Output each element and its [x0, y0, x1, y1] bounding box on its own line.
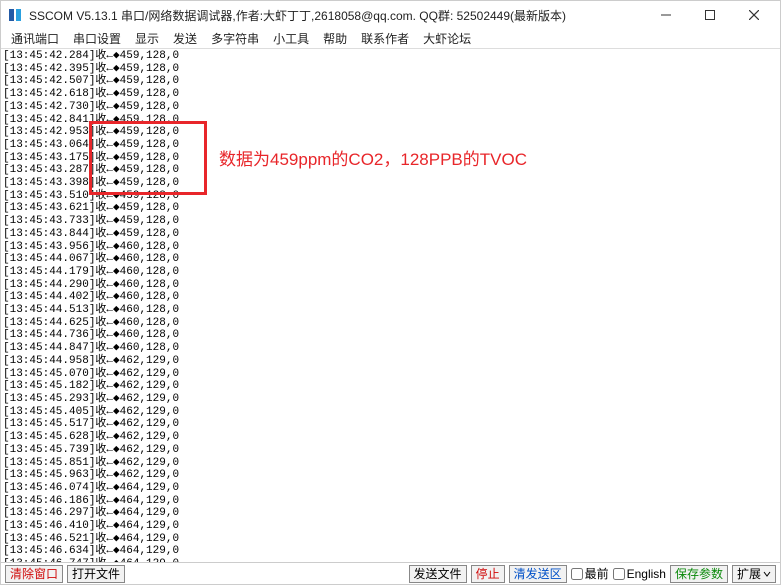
- menu-send[interactable]: 发送: [173, 30, 197, 47]
- topmost-label: 最前: [585, 565, 609, 582]
- english-checkbox-input[interactable]: [613, 568, 625, 580]
- menu-multistring[interactable]: 多字符串: [211, 30, 259, 47]
- topmost-checkbox[interactable]: 最前: [571, 565, 609, 582]
- menu-contact[interactable]: 联系作者: [361, 30, 409, 47]
- serial-log[interactable]: [13:45:42.284]收←◆459,128,0 [13:45:42.395…: [1, 49, 780, 562]
- menu-tools[interactable]: 小工具: [273, 30, 309, 47]
- close-button[interactable]: [732, 3, 776, 27]
- menu-port[interactable]: 通讯端口: [11, 30, 59, 47]
- expand-label: 扩展: [737, 568, 761, 580]
- send-file-button[interactable]: 发送文件: [409, 565, 467, 583]
- open-file-button[interactable]: 打开文件: [67, 565, 125, 583]
- menu-serial-settings[interactable]: 串口设置: [73, 30, 121, 47]
- log-area-wrap: [13:45:42.284]收←◆459,128,0 [13:45:42.395…: [1, 49, 780, 562]
- topmost-checkbox-input[interactable]: [571, 568, 583, 580]
- english-checkbox[interactable]: English: [613, 567, 666, 581]
- bottom-toolbar: 清除窗口 打开文件 发送文件 停止 清发送区 最前 English 保存参数 扩…: [1, 562, 780, 584]
- english-label: English: [627, 567, 666, 581]
- menu-help[interactable]: 帮助: [323, 30, 347, 47]
- menu-display[interactable]: 显示: [135, 30, 159, 47]
- titlebar: SSCOM V5.13.1 串口/网络数据调试器,作者:大虾丁丁,2618058…: [1, 1, 780, 29]
- window-title: SSCOM V5.13.1 串口/网络数据调试器,作者:大虾丁丁,2618058…: [29, 7, 644, 24]
- app-icon: [7, 7, 23, 23]
- menubar: 通讯端口 串口设置 显示 发送 多字符串 小工具 帮助 联系作者 大虾论坛: [1, 29, 780, 49]
- menu-forum[interactable]: 大虾论坛: [423, 30, 471, 47]
- annotation-text: 数据为459ppm的CO2，128PPB的TVOC: [219, 145, 527, 170]
- chevron-down-icon: [763, 570, 771, 578]
- stop-button[interactable]: 停止: [471, 565, 505, 583]
- clear-send-button[interactable]: 清发送区: [509, 565, 567, 583]
- save-params-button[interactable]: 保存参数: [670, 565, 728, 583]
- minimize-button[interactable]: [644, 3, 688, 27]
- clear-window-button[interactable]: 清除窗口: [5, 565, 63, 583]
- maximize-button[interactable]: [688, 3, 732, 27]
- expand-button[interactable]: 扩展: [732, 565, 776, 583]
